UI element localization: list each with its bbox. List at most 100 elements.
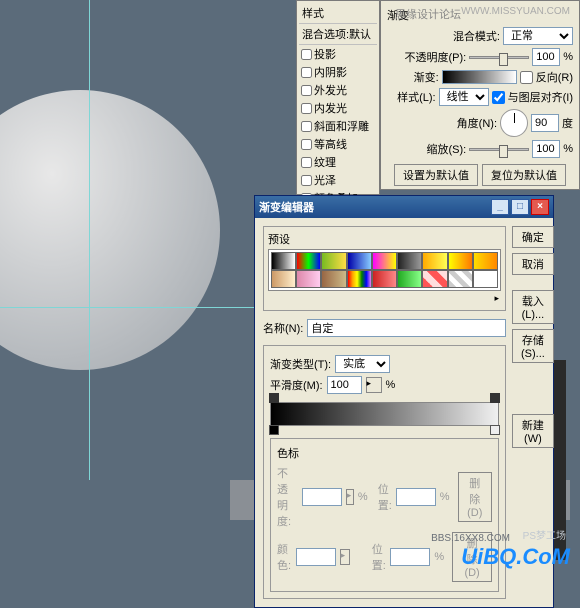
- scale-label: 缩放(S):: [426, 141, 466, 157]
- angle-dial[interactable]: [500, 109, 528, 137]
- swatch-15[interactable]: [422, 270, 447, 288]
- swatch-9[interactable]: [271, 270, 296, 288]
- style-item-6[interactable]: 纹理: [299, 153, 377, 171]
- style-checkbox[interactable]: [301, 157, 312, 168]
- style-label: 等高线: [314, 136, 347, 152]
- load-button[interactable]: 载入(L)...: [512, 290, 554, 324]
- style-select[interactable]: 线性: [439, 88, 489, 106]
- blend-mode-label: 混合模式:: [453, 28, 500, 44]
- style-label: 投影: [314, 46, 336, 62]
- swatch-13[interactable]: [372, 270, 397, 288]
- presets-box: 预设 ▸: [263, 226, 506, 311]
- style-item-3[interactable]: 内发光: [299, 99, 377, 117]
- swatch-0[interactable]: [271, 252, 296, 270]
- logo-main: UiBQ.CoM: [461, 544, 570, 570]
- swatch-14[interactable]: [397, 270, 422, 288]
- gradient-bar[interactable]: [270, 402, 499, 426]
- style-checkbox[interactable]: [301, 175, 312, 186]
- name-input[interactable]: [307, 319, 506, 337]
- close-button[interactable]: ×: [531, 199, 549, 215]
- dialog-titlebar[interactable]: 渐变编辑器 _ □ ×: [255, 196, 553, 218]
- stop-pos2-label: 位置:: [372, 541, 387, 573]
- swatch-6[interactable]: [422, 252, 447, 270]
- opacity-input[interactable]: [532, 48, 560, 66]
- color-stop-left[interactable]: [269, 425, 279, 435]
- sphere-shape: [0, 90, 220, 370]
- style-item-1[interactable]: 内阴影: [299, 63, 377, 81]
- stop-color-input: [296, 548, 336, 566]
- style-checkbox[interactable]: [301, 85, 312, 96]
- stop-opacity-input: [302, 488, 342, 506]
- style-checkbox[interactable]: [301, 139, 312, 150]
- scale-input[interactable]: [532, 140, 560, 158]
- blend-mode-select[interactable]: 正常: [503, 27, 573, 45]
- angle-unit: 度: [562, 115, 573, 131]
- maximize-button[interactable]: □: [511, 199, 529, 215]
- styles-panel: 样式 混合选项:默认 投影内阴影外发光内发光斜面和浮雕等高线纹理光泽颜色叠加: [296, 0, 380, 195]
- name-label: 名称(N):: [263, 320, 303, 336]
- angle-label: 角度(N):: [457, 115, 497, 131]
- blend-options-header[interactable]: 混合选项:默认: [299, 24, 377, 45]
- opacity-slider[interactable]: [469, 56, 529, 59]
- angle-input[interactable]: [531, 114, 559, 132]
- style-item-2[interactable]: 外发光: [299, 81, 377, 99]
- swatch-5[interactable]: [397, 252, 422, 270]
- save-button[interactable]: 存储(S)...: [512, 329, 554, 363]
- style-checkbox[interactable]: [301, 67, 312, 78]
- new-button[interactable]: 新建(W): [512, 414, 554, 448]
- style-checkbox[interactable]: [301, 121, 312, 132]
- guide-vertical: [89, 0, 90, 480]
- swatch-4[interactable]: [372, 252, 397, 270]
- style-label: 样式(L):: [397, 89, 436, 105]
- opacity-stop-right[interactable]: [490, 393, 500, 403]
- opacity-label: 不透明度(P):: [404, 49, 466, 65]
- watermark-bottom: BBS.16XX8.COM: [431, 533, 510, 544]
- style-checkbox[interactable]: [301, 49, 312, 60]
- style-item-5[interactable]: 等高线: [299, 135, 377, 153]
- gradient-label: 渐变:: [414, 69, 439, 85]
- stop-opacity-label: 不透明度:: [277, 465, 298, 529]
- style-item-7[interactable]: 光泽: [299, 171, 377, 189]
- stop-opacity-dd: ▸: [346, 489, 354, 505]
- style-label: 外发光: [314, 82, 347, 98]
- swatch-17[interactable]: [473, 270, 498, 288]
- reset-default-button[interactable]: 复位为默认值: [482, 164, 566, 186]
- stop-pos2-input: [390, 548, 430, 566]
- color-stop-right[interactable]: [490, 425, 500, 435]
- opacity-stop-left[interactable]: [269, 393, 279, 403]
- align-checkbox[interactable]: [492, 91, 505, 104]
- style-label: 斜面和浮雕: [314, 118, 369, 134]
- style-checkbox[interactable]: [301, 103, 312, 114]
- gradient-preview[interactable]: [442, 70, 517, 84]
- set-default-button[interactable]: 设置为默认值: [394, 164, 478, 186]
- swatch-1[interactable]: [296, 252, 321, 270]
- style-label: 光泽: [314, 172, 336, 188]
- swatch-12[interactable]: [347, 270, 372, 288]
- presets-menu-icon[interactable]: ▸: [268, 291, 501, 306]
- swatch-11[interactable]: [321, 270, 346, 288]
- minimize-button[interactable]: _: [491, 199, 509, 215]
- swatch-16[interactable]: [448, 270, 473, 288]
- smooth-unit: %: [386, 379, 396, 391]
- stop-color-label: 颜色:: [277, 541, 292, 573]
- swatch-7[interactable]: [448, 252, 473, 270]
- reverse-checkbox[interactable]: [520, 71, 533, 84]
- style-item-4[interactable]: 斜面和浮雕: [299, 117, 377, 135]
- smooth-dropdown-icon[interactable]: ▸: [366, 377, 382, 393]
- swatch-3[interactable]: [347, 252, 372, 270]
- swatch-2[interactable]: [321, 252, 346, 270]
- type-select[interactable]: 实底: [335, 355, 390, 373]
- dialog-title: 渐变编辑器: [259, 199, 314, 215]
- logo-secondary: PS梦工场: [523, 527, 566, 542]
- ok-button[interactable]: 确定: [512, 226, 554, 248]
- style-item-0[interactable]: 投影: [299, 45, 377, 63]
- swatch-8[interactable]: [473, 252, 498, 270]
- stops-header: 色标: [277, 445, 492, 461]
- scale-slider[interactable]: [469, 148, 529, 151]
- stop-pos-label: 位置:: [378, 481, 392, 513]
- swatch-10[interactable]: [296, 270, 321, 288]
- style-label: 纹理: [314, 154, 336, 170]
- styles-header: 样式: [299, 3, 377, 24]
- cancel-button[interactable]: 取消: [512, 253, 554, 275]
- smooth-input[interactable]: [327, 376, 362, 394]
